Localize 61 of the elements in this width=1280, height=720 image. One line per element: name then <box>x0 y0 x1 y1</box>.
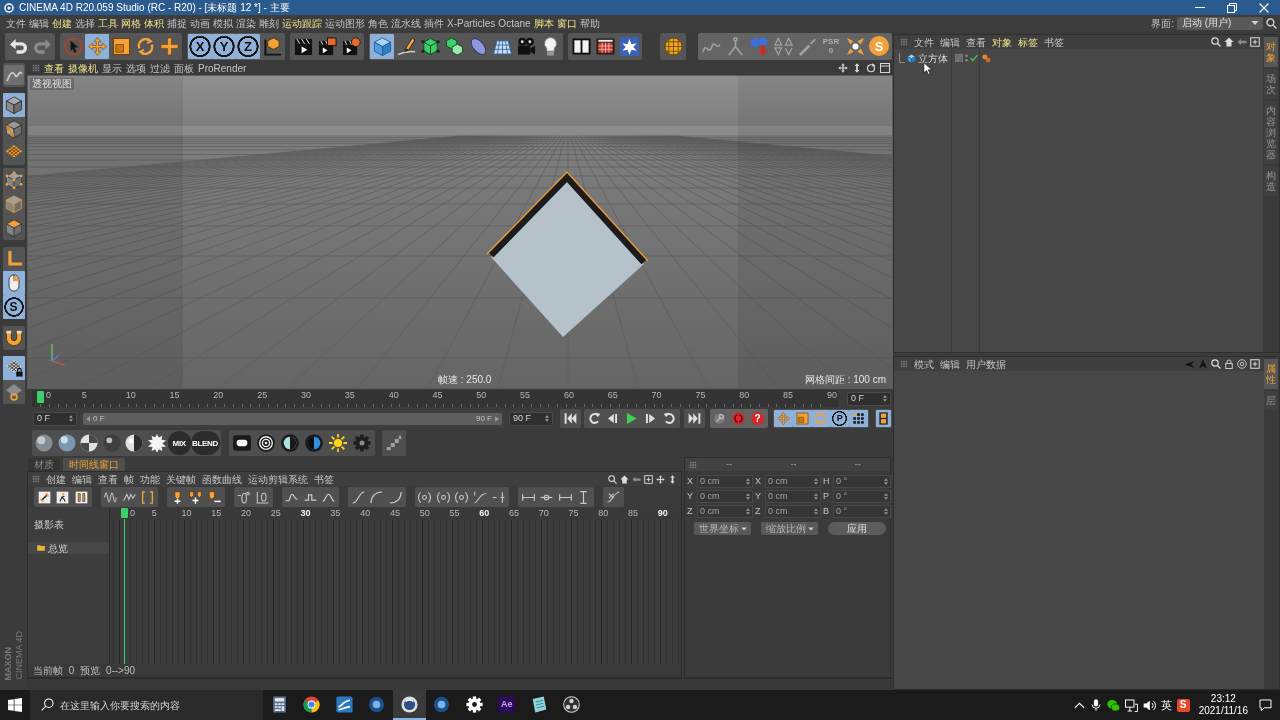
frame-tick-label: 15 <box>211 508 222 520</box>
frame-tick-label: 85 <box>628 508 639 520</box>
frame-tick-label: 35 <box>330 508 341 520</box>
frame-tick-label: 60 <box>563 390 574 402</box>
axis-label: Y <box>755 490 762 503</box>
psr-value: 0 <box>828 46 834 55</box>
frame-tick-label: 25 <box>257 390 268 402</box>
psr-label: PSR <box>822 37 840 46</box>
frame-tick-label: 50 <box>476 390 487 402</box>
axis-label: X <box>755 475 762 488</box>
frame-tick-label: 5 <box>151 508 157 520</box>
axis-label: B <box>823 505 830 518</box>
frame-tick-label: 20 <box>241 508 252 520</box>
frame-tick-label: 30 <box>300 508 311 520</box>
frame-tick-label: 50 <box>419 508 430 520</box>
axis-label: Y <box>687 490 694 503</box>
frame-tick-label: 70 <box>651 390 662 402</box>
column-header: -- <box>789 459 798 470</box>
status-text: 当前帧 0 预览 0-->90 <box>33 664 136 677</box>
frame-tick-label: 40 <box>388 390 399 402</box>
axis-label: X <box>687 475 694 488</box>
frame-tick-label: 65 <box>607 390 618 402</box>
frame-tick-label: 90 <box>657 508 668 520</box>
frame-tick-label: 45 <box>389 508 400 520</box>
frame-tick-label: 10 <box>181 508 192 520</box>
axis-label: H <box>823 475 831 488</box>
frame-tick-label: 0 <box>46 390 51 402</box>
frame-tick-label: 25 <box>270 508 281 520</box>
range-start-label: 0 F <box>93 413 105 424</box>
frame-tick-label: 0 <box>130 508 135 520</box>
axis-label: Z <box>755 505 762 518</box>
frame-tick-label: 15 <box>169 390 180 402</box>
track-name: 总览 <box>48 542 68 554</box>
frame-tick-label: 5 <box>81 390 87 402</box>
frame-tick-label: 90 <box>826 390 837 402</box>
window-title: CINEMA 4D R20.059 Studio (RC - R20) - [未标题 12 *] - 主要 <box>19 1 291 15</box>
range-end-label: 90 F <box>476 413 492 424</box>
frame-tick-label: 60 <box>479 508 490 520</box>
frame-tick-label: 10 <box>125 390 136 402</box>
frame-tick-label: 75 <box>568 508 579 520</box>
frame-tick-label: 75 <box>695 390 706 402</box>
axis-label: Z <box>687 505 694 518</box>
app-logo: Ae <box>498 695 516 713</box>
frame-tick-label: 35 <box>344 390 355 402</box>
brand-name: MAXON <box>3 646 13 680</box>
frame-tick-label: 85 <box>783 390 794 402</box>
track-header: 摄影表 <box>33 518 65 532</box>
frame-tick-label: 70 <box>538 508 549 520</box>
frame-tick-label: 20 <box>213 390 224 402</box>
frame-tick-label: 80 <box>739 390 750 402</box>
frame-tick-label: 45 <box>432 390 443 402</box>
frame-tick-label: 65 <box>508 508 519 520</box>
column-header: -- <box>853 459 862 470</box>
frame-tick-label: 55 <box>449 508 460 520</box>
frame-tick-label: 55 <box>520 390 531 402</box>
column-header: -- <box>725 459 734 470</box>
axis-label: P <box>823 490 830 503</box>
layout-label: 界面: <box>1151 16 1174 30</box>
frame-tick-label: 30 <box>300 390 311 402</box>
frame-tick-label: 40 <box>360 508 371 520</box>
frame-tick-label: 80 <box>598 508 609 520</box>
